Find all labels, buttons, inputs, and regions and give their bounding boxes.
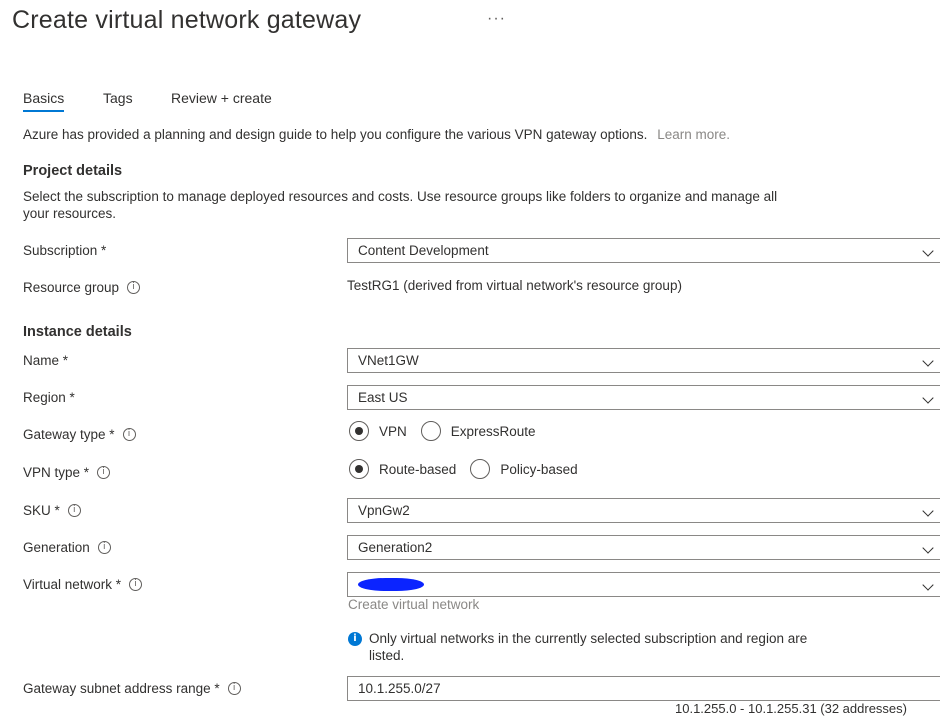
virtual-network-label: Virtual network * i [23,577,143,592]
gateway-type-vpn-radio[interactable] [349,421,369,441]
region-select[interactable]: East US [347,385,940,410]
info-icon[interactable]: i [127,281,141,294]
intro-text: Azure has provided a planning and design… [23,127,730,142]
chevron-down-icon [922,355,934,367]
project-description-line1: Select the subscription to manage deploy… [23,189,778,204]
vnet-note-line2: listed. [369,648,405,663]
vpn-type-route-based-label[interactable]: Route-based [379,462,456,477]
more-options-icon[interactable]: ··· [487,10,506,28]
subscription-value: Content Development [358,243,489,258]
tab-basics[interactable]: Basics [23,90,65,112]
chevron-down-icon [922,392,934,404]
region-label-text: Region * [23,390,75,405]
subscription-label: Subscription * [23,243,106,258]
subscription-select[interactable]: Content Development [347,238,940,263]
gateway-type-radio-group: VPN ExpressRoute [349,421,550,441]
gateway-type-expressroute-radio[interactable] [420,421,441,441]
vpn-type-route-based-radio[interactable] [349,459,369,479]
gateway-type-label-text: Gateway type * [23,427,115,442]
gateway-type-expressroute-label[interactable]: ExpressRoute [451,424,536,439]
name-input[interactable]: VNet1GW [347,348,940,373]
vpn-type-policy-based-label[interactable]: Policy-based [500,462,577,477]
generation-value: Generation2 [358,540,433,555]
chevron-down-icon [922,245,934,257]
info-icon[interactable]: i [67,504,81,517]
generation-label: Generation i [23,540,111,555]
subscription-label-text: Subscription * [23,243,107,258]
name-value: VNet1GW [358,353,419,368]
generation-label-text: Generation [23,540,90,555]
region-label: Region * [23,390,75,405]
sku-value: VpnGw2 [358,503,410,518]
vpn-type-label-text: VPN type * [23,465,90,480]
gateway-type-vpn-label[interactable]: VPN [379,424,407,439]
generation-select[interactable]: Generation2 [347,535,940,560]
chevron-down-icon [922,505,934,517]
gateway-subnet-hint: 10.1.255.0 - 10.1.255.31 (32 addresses) [675,701,907,716]
name-label: Name * [23,353,68,368]
tab-tags[interactable]: Tags [103,90,133,106]
info-icon[interactable]: i [97,541,111,554]
project-description-line2: your resources. [23,206,117,221]
vpn-type-policy-based-radio[interactable] [470,459,491,479]
region-value: East US [358,390,408,405]
name-label-text: Name * [23,353,69,368]
sku-label: SKU * i [23,503,81,518]
page-title: Create virtual network gateway [12,6,362,34]
chevron-down-icon [922,542,934,554]
intro-description: Azure has provided a planning and design… [23,127,648,142]
virtual-network-label-text: Virtual network * [23,577,122,592]
info-icon[interactable]: i [129,578,143,591]
learn-more-link[interactable]: Learn more. [657,127,730,142]
gateway-subnet-input[interactable]: 10.1.255.0/27 [347,676,940,701]
info-icon[interactable]: i [97,466,111,479]
info-icon[interactable]: i [122,428,136,441]
info-icon[interactable]: i [227,682,241,695]
vpn-type-label: VPN type * i [23,465,111,480]
chevron-down-icon [922,579,934,591]
info-filled-icon: i [348,632,362,646]
resource-group-label-text: Resource group [23,280,120,295]
gateway-subnet-value: 10.1.255.0/27 [358,681,441,696]
gateway-subnet-label: Gateway subnet address range * i [23,681,241,696]
sku-select[interactable]: VpnGw2 [347,498,940,523]
sku-label-text: SKU * [23,503,60,518]
redacted-value [358,578,424,591]
virtual-network-select[interactable] [347,572,940,597]
create-virtual-network-link[interactable]: Create virtual network [348,597,479,612]
vpn-type-radio-group: Route-based Policy-based [349,459,592,479]
resource-group-label: Resource group i [23,280,141,295]
instance-details-heading: Instance details [23,324,132,340]
tab-review-create[interactable]: Review + create [171,90,272,106]
gateway-subnet-label-text: Gateway subnet address range * [23,681,220,696]
vnet-note-line1: Only virtual networks in the currently s… [369,631,808,646]
project-details-heading: Project details [23,163,123,179]
resource-group-value: TestRG1 (derived from virtual network's … [347,278,682,293]
gateway-type-label: Gateway type * i [23,427,136,442]
